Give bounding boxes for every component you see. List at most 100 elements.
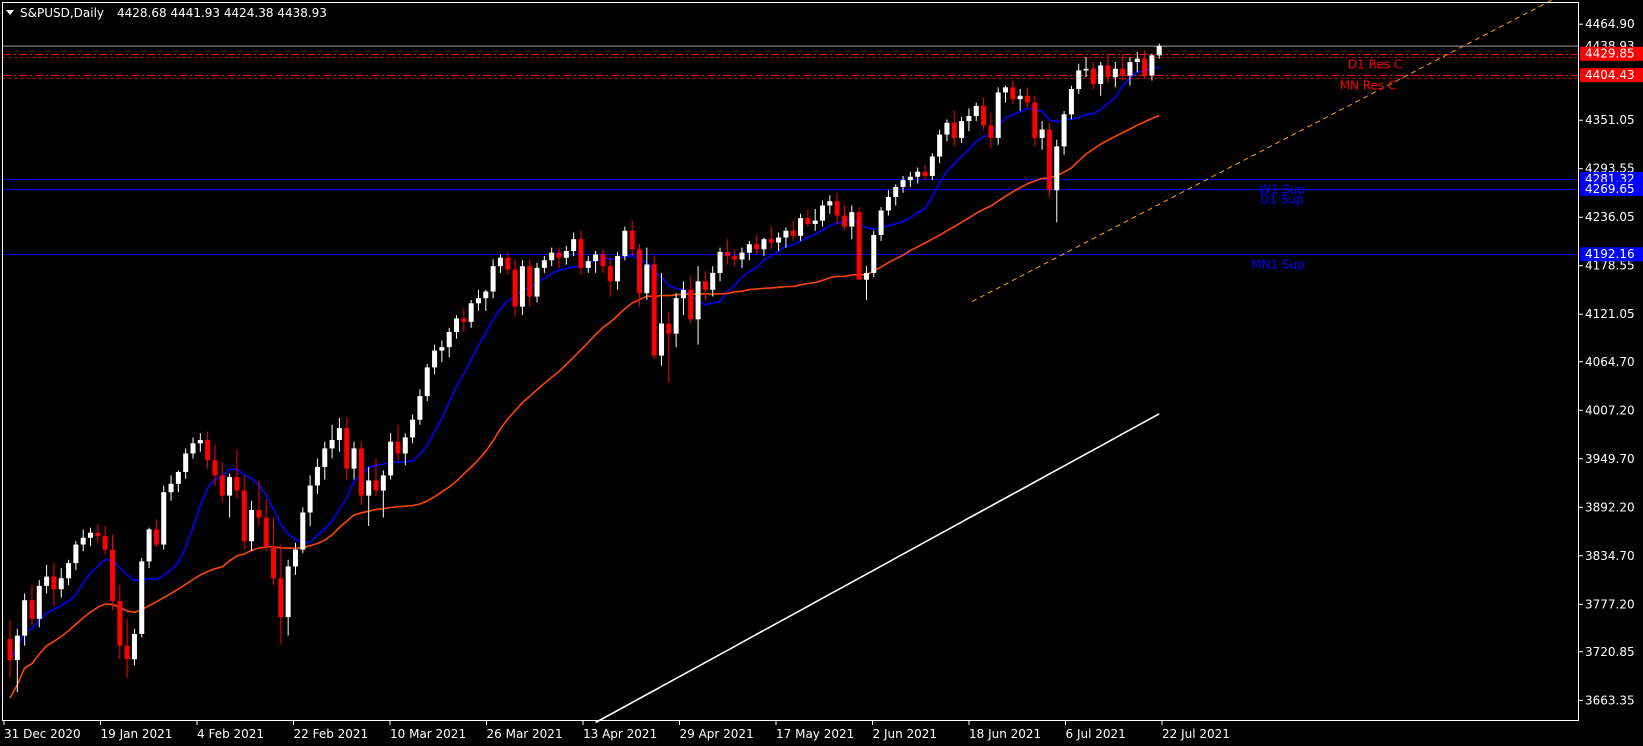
candle-body — [14, 635, 20, 661]
candle-body — [688, 289, 694, 320]
candle-body — [102, 536, 108, 550]
candle-body — [988, 125, 994, 138]
candle-body — [439, 347, 445, 351]
candle-body — [563, 250, 569, 258]
candle-body — [622, 230, 628, 257]
y-tick-label: 4121.05 — [1585, 307, 1635, 321]
x-tick-label: 6 Jul 2021 — [1066, 727, 1126, 741]
candle-body — [322, 448, 328, 467]
level-label-mn-res-c: MN Res C — [1340, 79, 1397, 93]
candle-body — [959, 121, 965, 138]
level-label-d1-sup: D1 Sup — [1260, 193, 1304, 207]
price-axis[interactable]: 4464.904351.054293.554236.054178.554121.… — [1578, 17, 1635, 707]
candle-body — [461, 318, 467, 322]
candle-body — [1076, 70, 1082, 90]
y-tick-label: 3834.70 — [1585, 549, 1635, 563]
candle-body — [380, 475, 386, 491]
candle-body — [417, 396, 423, 420]
x-tick-label: 10 Mar 2021 — [390, 727, 466, 741]
y-tick-label: 3777.20 — [1585, 597, 1635, 611]
candle-body — [212, 460, 218, 476]
candle-body — [1105, 65, 1111, 78]
badge-d1-res-c-text: 4429.85 — [1585, 47, 1635, 61]
candle-body — [358, 448, 364, 496]
y-tick-label: 4351.05 — [1585, 113, 1635, 127]
candle-body — [475, 298, 481, 304]
candle-body — [402, 437, 408, 454]
candle-body — [1112, 68, 1118, 78]
candle-body — [168, 483, 174, 493]
ohlc-values: 4428.68 4441.93 4424.38 4438.93 — [117, 6, 327, 20]
candle-body — [863, 272, 869, 280]
badge-mn1-sup-text: 4192.16 — [1585, 247, 1635, 261]
x-tick-label: 13 Apr 2021 — [583, 727, 657, 741]
candle-body — [88, 532, 94, 538]
candle-body — [585, 261, 591, 268]
candle-body — [527, 266, 533, 297]
candle-body — [841, 215, 847, 227]
candle-body — [1090, 68, 1096, 84]
candle-body — [783, 230, 789, 238]
candle-body — [446, 331, 452, 348]
level-label-mn1-sup: MN1 Sup — [1251, 258, 1305, 272]
y-tick-label: 4236.05 — [1585, 210, 1635, 224]
candle-body — [161, 492, 167, 545]
candle-body — [197, 439, 203, 444]
candle-body — [695, 281, 701, 320]
candle-body — [314, 466, 320, 486]
candle-body — [768, 239, 774, 243]
candle-body — [541, 260, 547, 268]
chart-background — [0, 0, 1643, 746]
candle-body — [234, 477, 240, 491]
candle-body — [820, 205, 826, 221]
candle-body — [483, 291, 489, 299]
chart-header[interactable]: S&PUSD,Daily 4428.68 4441.93 4424.38 443… — [6, 6, 327, 20]
candle-body — [1142, 58, 1148, 76]
candle-body — [1098, 65, 1104, 84]
candle-body — [629, 230, 635, 250]
candle-body — [51, 576, 57, 590]
candle-body — [878, 210, 884, 235]
y-tick-label: 3663.35 — [1585, 693, 1635, 707]
candle-body — [761, 239, 767, 250]
candle-body — [973, 105, 979, 117]
candle-body — [834, 201, 840, 216]
candle-body — [117, 601, 123, 646]
x-tick-label: 17 May 2021 — [776, 727, 854, 741]
candle-body — [519, 266, 525, 307]
candle-body — [285, 566, 291, 618]
candle-body — [593, 254, 599, 262]
candle-body — [366, 480, 372, 496]
candle-body — [131, 633, 137, 660]
candle-body — [410, 419, 416, 438]
badge-mn-res-c-text: 4404.43 — [1585, 68, 1635, 82]
x-tick-label: 31 Dec 2020 — [4, 727, 81, 741]
candle-body — [600, 254, 606, 267]
candle-body — [871, 234, 877, 273]
badge-d1-sup-text: 4269.65 — [1585, 182, 1635, 196]
candle-body — [175, 472, 181, 484]
candle-body — [1024, 95, 1030, 103]
y-tick-label: 3949.70 — [1585, 452, 1635, 466]
candle-body — [776, 237, 782, 243]
candle-body — [219, 475, 225, 496]
candle-body — [644, 264, 650, 294]
y-tick-label: 4064.70 — [1585, 355, 1635, 369]
candle-body — [454, 318, 460, 332]
candle-body — [263, 517, 269, 547]
candle-body — [205, 439, 211, 461]
y-tick-label: 4007.20 — [1585, 403, 1635, 417]
candle-body — [702, 281, 708, 290]
candle-body — [651, 264, 657, 356]
candle-body — [271, 546, 277, 579]
level-label-d1-res-c: D1 Res C — [1348, 58, 1402, 72]
price-chart[interactable]: D1 Res CMN Res CW1 SupD1 SupMN1 Sup 4464… — [0, 0, 1643, 746]
candle-body — [571, 239, 577, 251]
y-tick-label: 3892.20 — [1585, 500, 1635, 514]
candle-body — [497, 257, 503, 267]
candle-body — [424, 367, 430, 397]
candle-body — [615, 256, 621, 282]
candle-body — [278, 578, 284, 618]
candle-body — [1068, 89, 1074, 115]
y-tick-label: 4464.90 — [1585, 17, 1635, 31]
